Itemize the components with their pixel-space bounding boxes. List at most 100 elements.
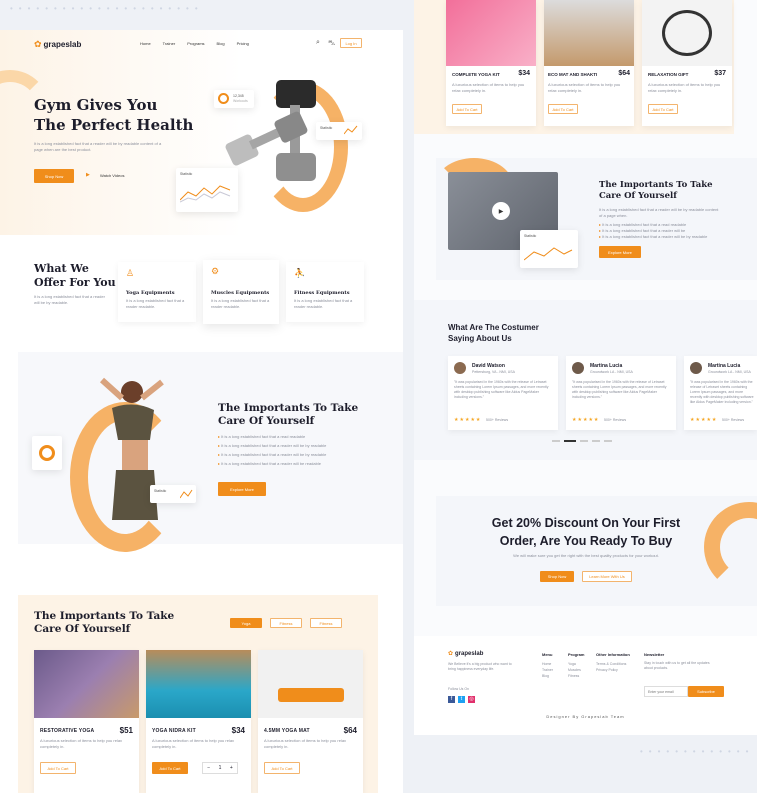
plus-icon[interactable]: +: [230, 765, 233, 771]
progress-ring-icon: [218, 93, 229, 104]
care-bullet: ▸ It is a long established fact that a r…: [218, 461, 321, 466]
footer-link[interactable]: Privacy Policy: [596, 667, 630, 673]
line-chart-graphic: [180, 185, 231, 203]
discount-title: Get 20% Discount On Your First Order, Ar…: [491, 516, 681, 548]
product-card[interactable]: 4.5MM YOGA MAT $64 A luxurious selection…: [258, 650, 363, 793]
care2-bullets: ▸ It is a long established fact that a r…: [599, 222, 729, 240]
nav-blog[interactable]: Blog: [217, 41, 225, 46]
carousel-dot-active[interactable]: [564, 440, 576, 442]
offer-description: It is a long established fact that a rea…: [34, 294, 105, 305]
care-explore-button[interactable]: Explore More: [218, 482, 266, 496]
care2-explore-button[interactable]: Explore More: [599, 246, 641, 258]
nav-pricing[interactable]: Pricing: [237, 41, 249, 46]
instagram-icon[interactable]: ◎: [468, 696, 475, 703]
testimonial-card: Martina Lucia Groundwork LA - NMI, USA "…: [684, 356, 757, 430]
carousel-dot[interactable]: [592, 440, 600, 442]
minus-icon[interactable]: −: [207, 765, 210, 771]
cart-icon[interactable]: ⛍: [328, 39, 335, 48]
play-icon[interactable]: ▶: [86, 172, 90, 178]
brand-logo[interactable]: ✿ grapeslab: [34, 39, 81, 50]
nav-trainer[interactable]: Trainer: [163, 41, 176, 46]
newsletter-email-input[interactable]: [644, 686, 688, 697]
line-chart-graphic: [524, 247, 573, 261]
newsletter: Newsletter Stay in touch with us to get …: [644, 652, 710, 670]
stat-chip-top: 12,345 Workouts: [214, 90, 254, 108]
tab-yoga[interactable]: Yoga: [230, 618, 262, 628]
yoga-icon: ♙: [126, 268, 135, 278]
stat-chart-card: Statistic: [176, 168, 238, 212]
quantity-stepper[interactable]: − 1 +: [202, 762, 238, 774]
product-image: [34, 650, 139, 718]
rating-stars: ★★★★★: [572, 417, 600, 423]
dot-pattern: •••••••••••••••••••••••••••••••: [640, 747, 750, 756]
product-card[interactable]: RELAXATION GIFT $37 A luxurious selectio…: [642, 0, 732, 126]
tab-fitness[interactable]: Fitness: [270, 618, 302, 628]
discount-learn-button[interactable]: Learn More With Us: [582, 571, 632, 582]
offer-card-muscles[interactable]: ⚙ Muscles Equipments It is a long establ…: [203, 260, 279, 324]
product-image: [146, 650, 251, 718]
rating-stars: ★★★★★: [454, 417, 482, 423]
offer-card-fitness[interactable]: ⛹ Fitness Equipments It is a long establ…: [286, 262, 364, 322]
social-links: f t ◎: [448, 696, 475, 703]
care-bullets: ▸ It is a long established fact that a r…: [218, 434, 368, 467]
footer-credit: Designer By Grapeslab Team: [546, 714, 625, 719]
care-bullet: ▸ It is a long established fact that a r…: [218, 452, 327, 457]
footer-link[interactable]: Fitness: [568, 673, 584, 679]
add-to-cart-button[interactable]: Add To Cart: [152, 762, 188, 774]
care-bullet: ▸ It is a long established fact that a r…: [218, 434, 306, 439]
care-bullet: ▸ It is a long established fact that a r…: [599, 234, 708, 239]
hero-shop-button[interactable]: Shop Now: [34, 169, 74, 183]
logo-icon: ✿: [448, 651, 454, 657]
footer-logo[interactable]: ✿ grapeslab: [448, 650, 483, 658]
progress-chip: [32, 436, 62, 470]
testimonials-title: What Are The Costumer Saying About Us: [448, 323, 539, 343]
product-card[interactable]: COMPLETE YOGA KIT $34 A luxurious select…: [446, 0, 536, 126]
offer-card-yoga[interactable]: ♙ Yoga Equipments It is a long establish…: [118, 262, 196, 322]
product-image: [642, 0, 732, 66]
woman-stretching-image: [99, 377, 164, 520]
carousel-dot[interactable]: [604, 440, 612, 442]
avatar: [690, 362, 702, 374]
stat-chip-right: Statistic: [316, 122, 362, 140]
login-button[interactable]: Log In: [340, 38, 362, 48]
play-button[interactable]: ▶: [492, 202, 510, 220]
watch-videos-link[interactable]: Watch Videos: [100, 173, 124, 178]
logo-icon: ✿: [34, 39, 42, 49]
hero-description: It is a long established fact that a rea…: [34, 141, 162, 152]
twitter-icon[interactable]: t: [458, 696, 465, 703]
landing-page-right: COMPLETE YOGA KIT $34 A luxurious select…: [414, 0, 757, 735]
trend-icon: [344, 125, 358, 135]
footer-link[interactable]: Blog: [542, 673, 553, 679]
stat-chip-care: Statistic: [150, 485, 196, 503]
product-card[interactable]: RESTORATIVE YOGA $51 A luxurious selecti…: [34, 650, 139, 793]
product-image: [258, 650, 363, 718]
footer-info-col: Other Information Terms & Conditions Pri…: [596, 652, 630, 673]
carousel-dot[interactable]: [580, 440, 588, 442]
add-to-cart-button[interactable]: Add To Cart: [452, 104, 482, 114]
add-to-cart-button[interactable]: Add To Cart: [548, 104, 578, 114]
avatar: [454, 362, 466, 374]
product-card[interactable]: YOGA NIDRA KIT $34 A luxurious selection…: [146, 650, 251, 793]
nav-home[interactable]: Home: [140, 41, 151, 46]
treadmill-icon: ⛹: [294, 268, 306, 278]
add-to-cart-button[interactable]: Add To Cart: [648, 104, 678, 114]
landing-page-left: ✿ grapeslab Home Trainer Programs Blog P…: [0, 30, 403, 793]
search-icon[interactable]: ⌕: [316, 39, 320, 47]
carousel-dot[interactable]: [552, 440, 560, 442]
add-to-cart-button[interactable]: Add To Cart: [40, 762, 76, 774]
testimonial-card: David Watson Pettersburg, VA - NMI, USA …: [448, 356, 558, 430]
nav-programs[interactable]: Programs: [187, 41, 204, 46]
footer-menu-col: Menu Home Trainer Blog: [542, 652, 553, 679]
care-title: The Importants To Take Care Of Yourself: [218, 402, 359, 427]
dumbbell-icon: ⚙: [211, 266, 220, 276]
add-to-cart-button[interactable]: Add To Cart: [264, 762, 300, 774]
discount-shop-button[interactable]: Shop Now: [540, 571, 574, 582]
care-bullet: ▸ It is a long established fact that a r…: [218, 443, 327, 448]
tab-fitness-2[interactable]: Fitness: [310, 618, 342, 628]
facebook-icon[interactable]: f: [448, 696, 455, 703]
hero-title: Gym Gives You The Perfect Health: [34, 96, 194, 134]
subscribe-button[interactable]: Subscribe: [688, 686, 724, 697]
avatar: [572, 362, 584, 374]
testimonial-card: Martina Lucia Groundwork LA - NMI, USA "…: [566, 356, 676, 430]
product-card[interactable]: ECO MAT AND SHAKTI $64 A luxurious selec…: [544, 0, 634, 126]
